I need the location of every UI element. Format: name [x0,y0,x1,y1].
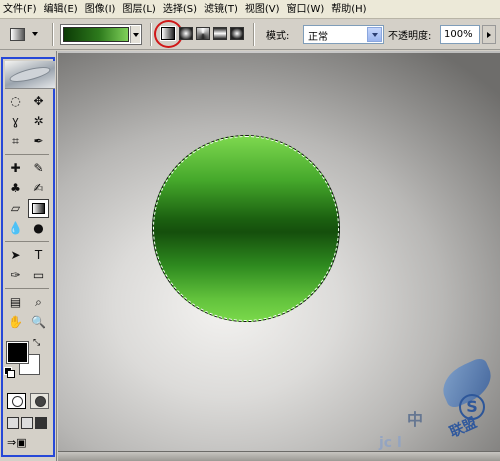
canvas-edge [58,51,500,53]
crop-tool-icon[interactable]: ⌗ [5,132,26,151]
divider [5,241,49,242]
path-selection-tool-icon[interactable]: ➤ [5,246,26,265]
diamond-gradient-button[interactable] [230,27,244,40]
eraser-tool-icon[interactable]: ▱ [5,199,26,218]
slice-tool-icon[interactable]: ✒ [28,132,49,151]
standard-mode-button[interactable] [7,393,26,409]
opacity-slider-button[interactable] [482,25,496,44]
menu-bar: 文件(F) 编辑(E) 图像(I) 图层(L) 选择(S) 滤镜(T) 视图(V… [0,0,500,19]
gradient-picker[interactable] [60,24,142,45]
circle-selection[interactable] [152,135,340,322]
opacity-label: 不透明度: [388,31,432,42]
chevron-down-icon[interactable] [367,27,382,42]
pen-tool-icon[interactable]: ✑ [5,266,26,285]
divider [5,154,49,155]
menu-file[interactable]: 文件(F) [0,0,41,19]
eyedropper-tool-icon[interactable]: ⌕ [28,293,49,312]
menu-filter[interactable]: 滤镜(T) [201,0,242,19]
notes-tool-icon[interactable]: ▤ [5,293,26,312]
hand-tool-icon[interactable]: ✋ [5,313,26,332]
watermark-logo: S 中 联盟 jc l [379,355,499,456]
lasso-tool-icon[interactable]: ɣ [5,112,26,131]
healing-brush-tool-icon[interactable]: ✚ [5,159,26,178]
history-brush-tool-icon[interactable]: ✍ [28,179,49,198]
full-screen-menu-mode-icon[interactable] [21,417,33,429]
mode-value: 正常 [308,32,328,43]
watermark-url: jc l [379,435,402,451]
full-screen-mode-icon[interactable] [35,417,47,429]
divider [150,23,152,46]
shape-tool-icon[interactable]: ▭ [28,266,49,285]
mode-label: 模式: [266,31,290,42]
menu-edit[interactable]: 编辑(E) [41,0,82,19]
gradient-tool-icon [10,28,25,41]
standard-screen-mode-icon[interactable] [7,417,19,429]
marquee-tool-icon[interactable]: ◌ [5,92,26,111]
magic-wand-tool-icon[interactable]: ✲ [28,112,49,131]
divider [5,288,49,289]
divider [253,23,255,46]
mode-select[interactable]: 正常 [303,25,384,44]
divider [52,23,54,46]
menu-window[interactable]: 窗口(W) [284,0,329,19]
swap-colors-icon[interactable]: ⤡ [33,338,40,348]
gradient-swatch[interactable] [63,27,129,42]
zoom-tool-icon[interactable]: 🔍 [28,313,49,332]
dodge-tool-icon[interactable]: ● [28,219,49,238]
default-colors-icon[interactable] [4,367,15,378]
blur-tool-icon[interactable]: 💧 [5,219,26,238]
tool-preset-picker[interactable] [6,25,48,45]
gradient-tool-icon[interactable] [28,199,49,218]
menu-view[interactable]: 视图(V) [242,0,284,19]
clone-stamp-tool-icon[interactable]: ♣ [5,179,26,198]
watermark-cn: 中 [407,410,424,429]
move-tool-icon[interactable]: ✥ [28,92,49,111]
type-tool-icon[interactable]: T [28,246,49,265]
opacity-input[interactable]: 100% [440,25,480,44]
jump-to-imageready-icon[interactable]: ⇒▣ [7,436,45,450]
menu-image[interactable]: 图像(I) [82,0,120,19]
quick-mask-button[interactable] [30,393,49,409]
menu-layer[interactable]: 图层(L) [119,0,159,19]
options-bar: 模式: 正常 不透明度: 100% [0,19,500,50]
radial-gradient-button[interactable] [179,27,193,40]
foreground-color-swatch[interactable] [6,341,29,364]
gradient-dropdown-button[interactable] [130,26,140,43]
angle-gradient-button[interactable] [196,27,210,40]
menu-select[interactable]: 选择(S) [160,0,201,19]
linear-gradient-button[interactable] [160,26,176,41]
menu-help[interactable]: 帮助(H) [328,0,370,19]
feather-logo[interactable] [5,61,55,89]
reflected-gradient-button[interactable] [213,27,227,40]
brush-tool-icon[interactable]: ✎ [28,159,49,178]
toolbox: ◌ ✥ ɣ ✲ ⌗ ✒ ✚ ✎ ♣ ✍ ▱ 💧 ● ➤ T ✑ ▭ ▤ ⌕ ✋ … [0,51,57,461]
chevron-down-icon [32,32,38,36]
